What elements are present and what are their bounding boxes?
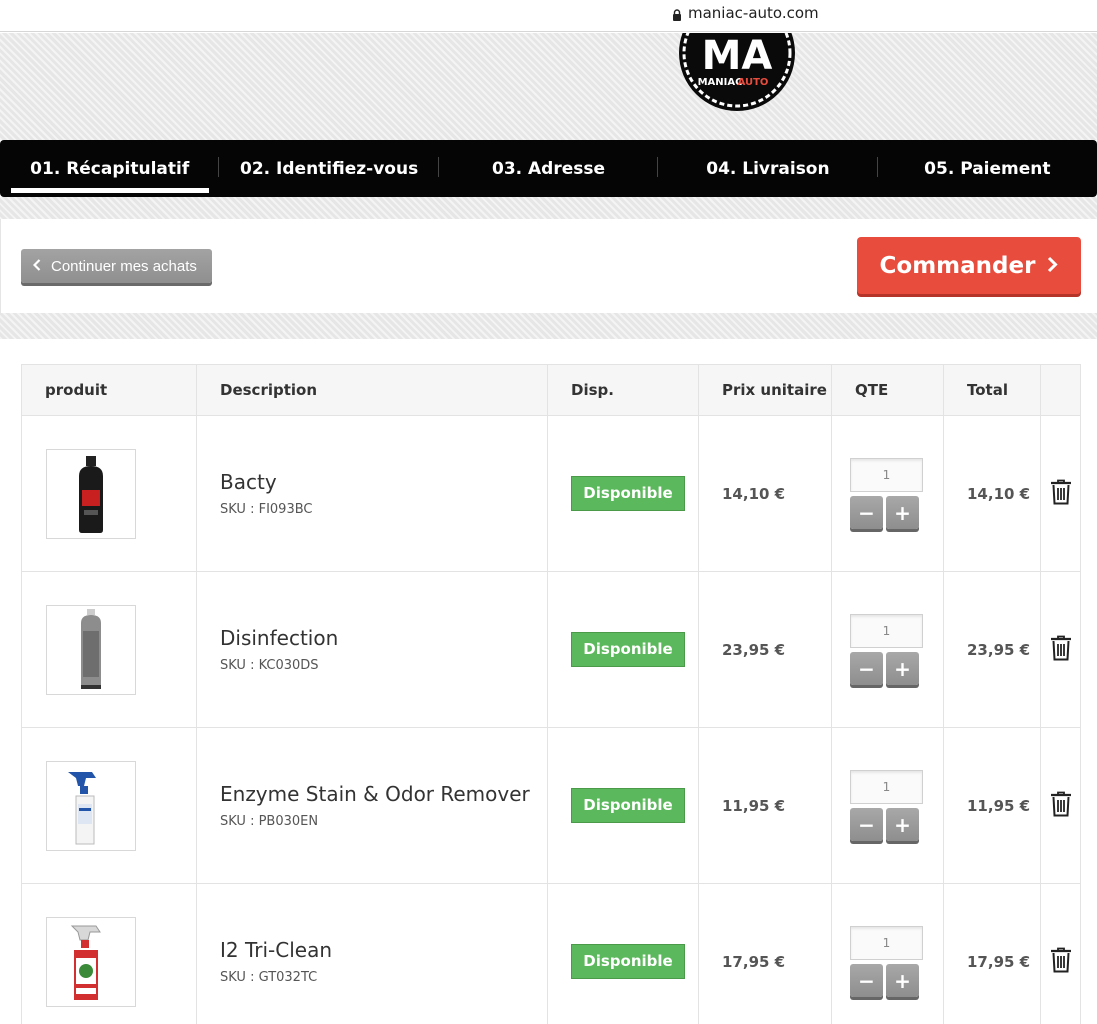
availability-badge: Disponible — [571, 944, 685, 979]
quantity-increment-button[interactable]: + — [886, 496, 919, 529]
step-adresse[interactable]: 03. Adresse — [439, 140, 659, 197]
cart-actions: Continuer mes achats Commander — [0, 219, 1097, 313]
column-header-availability: Disp. — [547, 364, 699, 416]
product-image[interactable] — [46, 760, 136, 851]
url-display[interactable]: maniac-auto.com — [672, 4, 819, 22]
chevron-right-icon — [1047, 253, 1059, 279]
site-header: MA MANIAC AUTO — [0, 33, 1097, 140]
lock-icon — [672, 7, 682, 21]
logo-text-maniac: MANIAC — [698, 77, 743, 88]
unit-price: 17,95 € — [698, 883, 832, 1024]
table-row: Enzyme Stain & Odor Remover SKU : PB030E… — [21, 727, 1081, 884]
column-header-quantity: QTE — [831, 364, 944, 416]
product-name[interactable]: I2 Tri-Clean — [220, 938, 547, 962]
table-row: I2 Tri-Clean SKU : GT032TC Disponible 17… — [21, 883, 1081, 1024]
quantity-increment-button[interactable]: + — [886, 652, 919, 685]
product-sku: SKU : KC030DS — [220, 658, 319, 673]
step-label: 01. Récapitulatif — [30, 158, 190, 179]
table-row: Disinfection SKU : KC030DS Disponible 23… — [21, 571, 1081, 728]
line-total: 17,95 € — [943, 883, 1041, 1024]
table-header-row: produit Description Disp. Prix unitaire … — [21, 364, 1081, 416]
quantity-input[interactable] — [850, 926, 923, 960]
step-livraison[interactable]: 04. Livraison — [658, 140, 878, 197]
step-recapitulatif[interactable]: 01. Récapitulatif — [0, 140, 220, 197]
unit-price: 23,95 € — [698, 571, 832, 728]
column-header-total: Total — [943, 364, 1041, 416]
unit-price: 14,10 € — [698, 415, 832, 572]
table-row: Bacty SKU : FI093BC Disponible 14,10 € −… — [21, 415, 1081, 572]
browser-url-bar[interactable]: maniac-auto.com — [0, 0, 1097, 32]
product-sku: SKU : PB030EN — [220, 814, 319, 829]
continue-shopping-label: Continuer mes achats — [51, 257, 197, 275]
step-identifiez-vous[interactable]: 02. Identifiez-vous — [219, 140, 439, 197]
line-total: 23,95 € — [943, 571, 1041, 728]
trash-icon[interactable] — [1050, 635, 1072, 665]
column-header-description: Description — [196, 364, 548, 416]
logo-text-auto: AUTO — [738, 77, 769, 88]
quantity-decrement-button[interactable]: − — [850, 652, 883, 685]
product-name[interactable]: Bacty — [220, 470, 547, 494]
trash-icon[interactable] — [1050, 791, 1072, 821]
product-name[interactable]: Enzyme Stain & Odor Remover — [220, 782, 547, 806]
quantity-decrement-button[interactable]: − — [850, 496, 883, 529]
quantity-input[interactable] — [850, 770, 923, 804]
divider-band — [0, 197, 1097, 219]
availability-badge: Disponible — [571, 632, 685, 667]
quantity-increment-button[interactable]: + — [886, 964, 919, 997]
product-sku: SKU : FI093BC — [220, 502, 313, 517]
line-total: 11,95 € — [943, 727, 1041, 884]
cart-section: produit Description Disp. Prix unitaire … — [0, 339, 1097, 1024]
product-image[interactable] — [46, 916, 136, 1007]
availability-badge: Disponible — [571, 788, 685, 823]
checkout-steps: 01. Récapitulatif 02. Identifiez-vous 03… — [0, 140, 1097, 197]
column-header-product: produit — [21, 364, 197, 416]
order-button[interactable]: Commander — [857, 237, 1081, 294]
site-logo[interactable]: MA MANIAC AUTO — [679, 33, 795, 111]
step-label: 05. Paiement — [924, 158, 1051, 179]
trash-icon[interactable] — [1050, 479, 1072, 509]
step-label: 02. Identifiez-vous — [240, 158, 419, 179]
trash-icon[interactable] — [1050, 947, 1072, 977]
cart-table: produit Description Disp. Prix unitaire … — [21, 364, 1081, 1024]
product-sku: SKU : GT032TC — [220, 970, 318, 985]
quantity-increment-button[interactable]: + — [886, 808, 919, 841]
product-image[interactable] — [46, 448, 136, 539]
unit-price: 11,95 € — [698, 727, 832, 884]
step-paiement[interactable]: 05. Paiement — [878, 140, 1097, 197]
column-header-actions — [1040, 364, 1081, 416]
step-label: 03. Adresse — [491, 158, 606, 179]
column-header-unit-price: Prix unitaire — [698, 364, 832, 416]
line-total: 14,10 € — [943, 415, 1041, 572]
product-image[interactable] — [46, 604, 136, 695]
quantity-decrement-button[interactable]: − — [850, 964, 883, 997]
quantity-input[interactable] — [850, 458, 923, 492]
quantity-decrement-button[interactable]: − — [850, 808, 883, 841]
quantity-input[interactable] — [850, 614, 923, 648]
availability-badge: Disponible — [571, 476, 685, 511]
continue-shopping-button[interactable]: Continuer mes achats — [21, 249, 212, 283]
logo-monogram: MA — [702, 33, 773, 79]
order-label: Commander — [879, 252, 1036, 279]
url-text: maniac-auto.com — [688, 4, 819, 22]
step-label: 04. Livraison — [706, 158, 830, 179]
product-name[interactable]: Disinfection — [220, 626, 547, 650]
chevron-left-icon — [32, 258, 41, 275]
divider-band — [0, 313, 1097, 339]
